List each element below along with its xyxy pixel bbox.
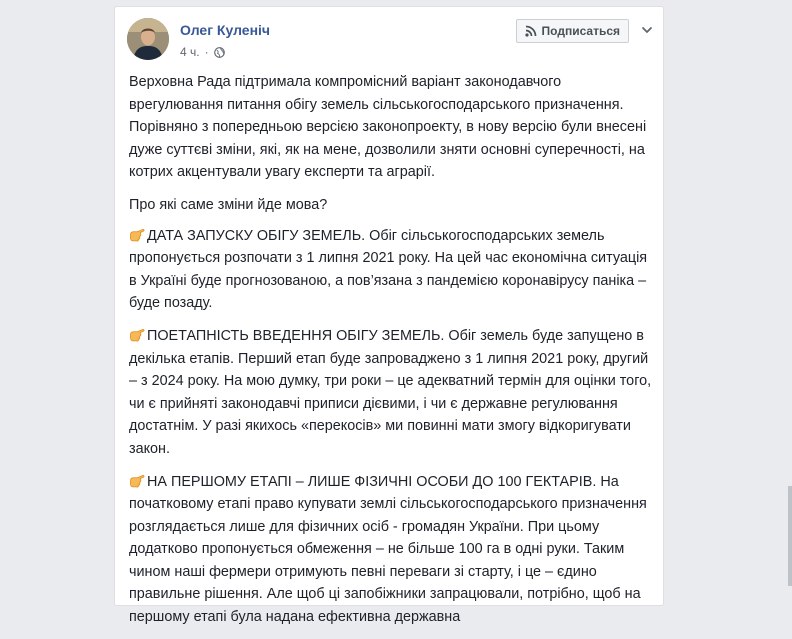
post-point: НА ПЕРШОМУ ЕТАПІ – ЛИШЕ ФІЗИЧНІ ОСОБИ ДО… [129, 471, 653, 629]
post-intro: Верховна Рада підтримала компромісний ва… [129, 74, 647, 181]
avatar-photo [127, 18, 169, 60]
author-name[interactable]: Олег Куленіч [180, 22, 270, 38]
pointing-hand-icon [130, 474, 145, 487]
scrollbar-thumb[interactable] [788, 486, 792, 586]
author-avatar[interactable] [127, 18, 169, 60]
page-scrollbar[interactable] [788, 0, 792, 586]
point-text: ПОЕТАПНІСТЬ ВВЕДЕННЯ ОБІГУ ЗЕМЕЛЬ. Обіг … [129, 327, 652, 457]
post-meta: 4 ч. · [180, 45, 225, 59]
point-text: ДАТА ЗАПУСКУ ОБІГУ ЗЕМЕЛЬ. Обіг сільсько… [129, 227, 648, 312]
pointing-hand-icon [130, 328, 145, 342]
point-text: НА ПЕРШОМУ ЕТАПІ – ЛИШЕ ФІЗИЧНІ ОСОБИ ДО… [129, 473, 647, 626]
follow-button[interactable]: Подписаться [515, 19, 629, 43]
meta-separator: · [204, 45, 209, 59]
pointing-hand-icon [130, 228, 145, 241]
rss-icon [524, 25, 536, 37]
post-card: Олег Куленіч 4 ч. · Подписаться Верховна… [114, 6, 664, 625]
post-point: ДАТА ЗАПУСКУ ОБІГУ ЗЕМЕЛЬ. Обіг сільсько… [129, 225, 653, 315]
post-question: Про які саме зміни йде мова? [129, 196, 328, 213]
post-text: Верховна Рада підтримала компромісний ва… [129, 71, 653, 639]
follow-label: Подписаться [541, 24, 620, 38]
post-time[interactable]: 4 ч. [180, 45, 200, 59]
chevron-down-icon[interactable] [641, 24, 653, 36]
globe-icon[interactable] [213, 46, 225, 58]
post-point: ПОЕТАПНІСТЬ ВВЕДЕННЯ ОБІГУ ЗЕМЕЛЬ. Обіг … [129, 325, 653, 461]
